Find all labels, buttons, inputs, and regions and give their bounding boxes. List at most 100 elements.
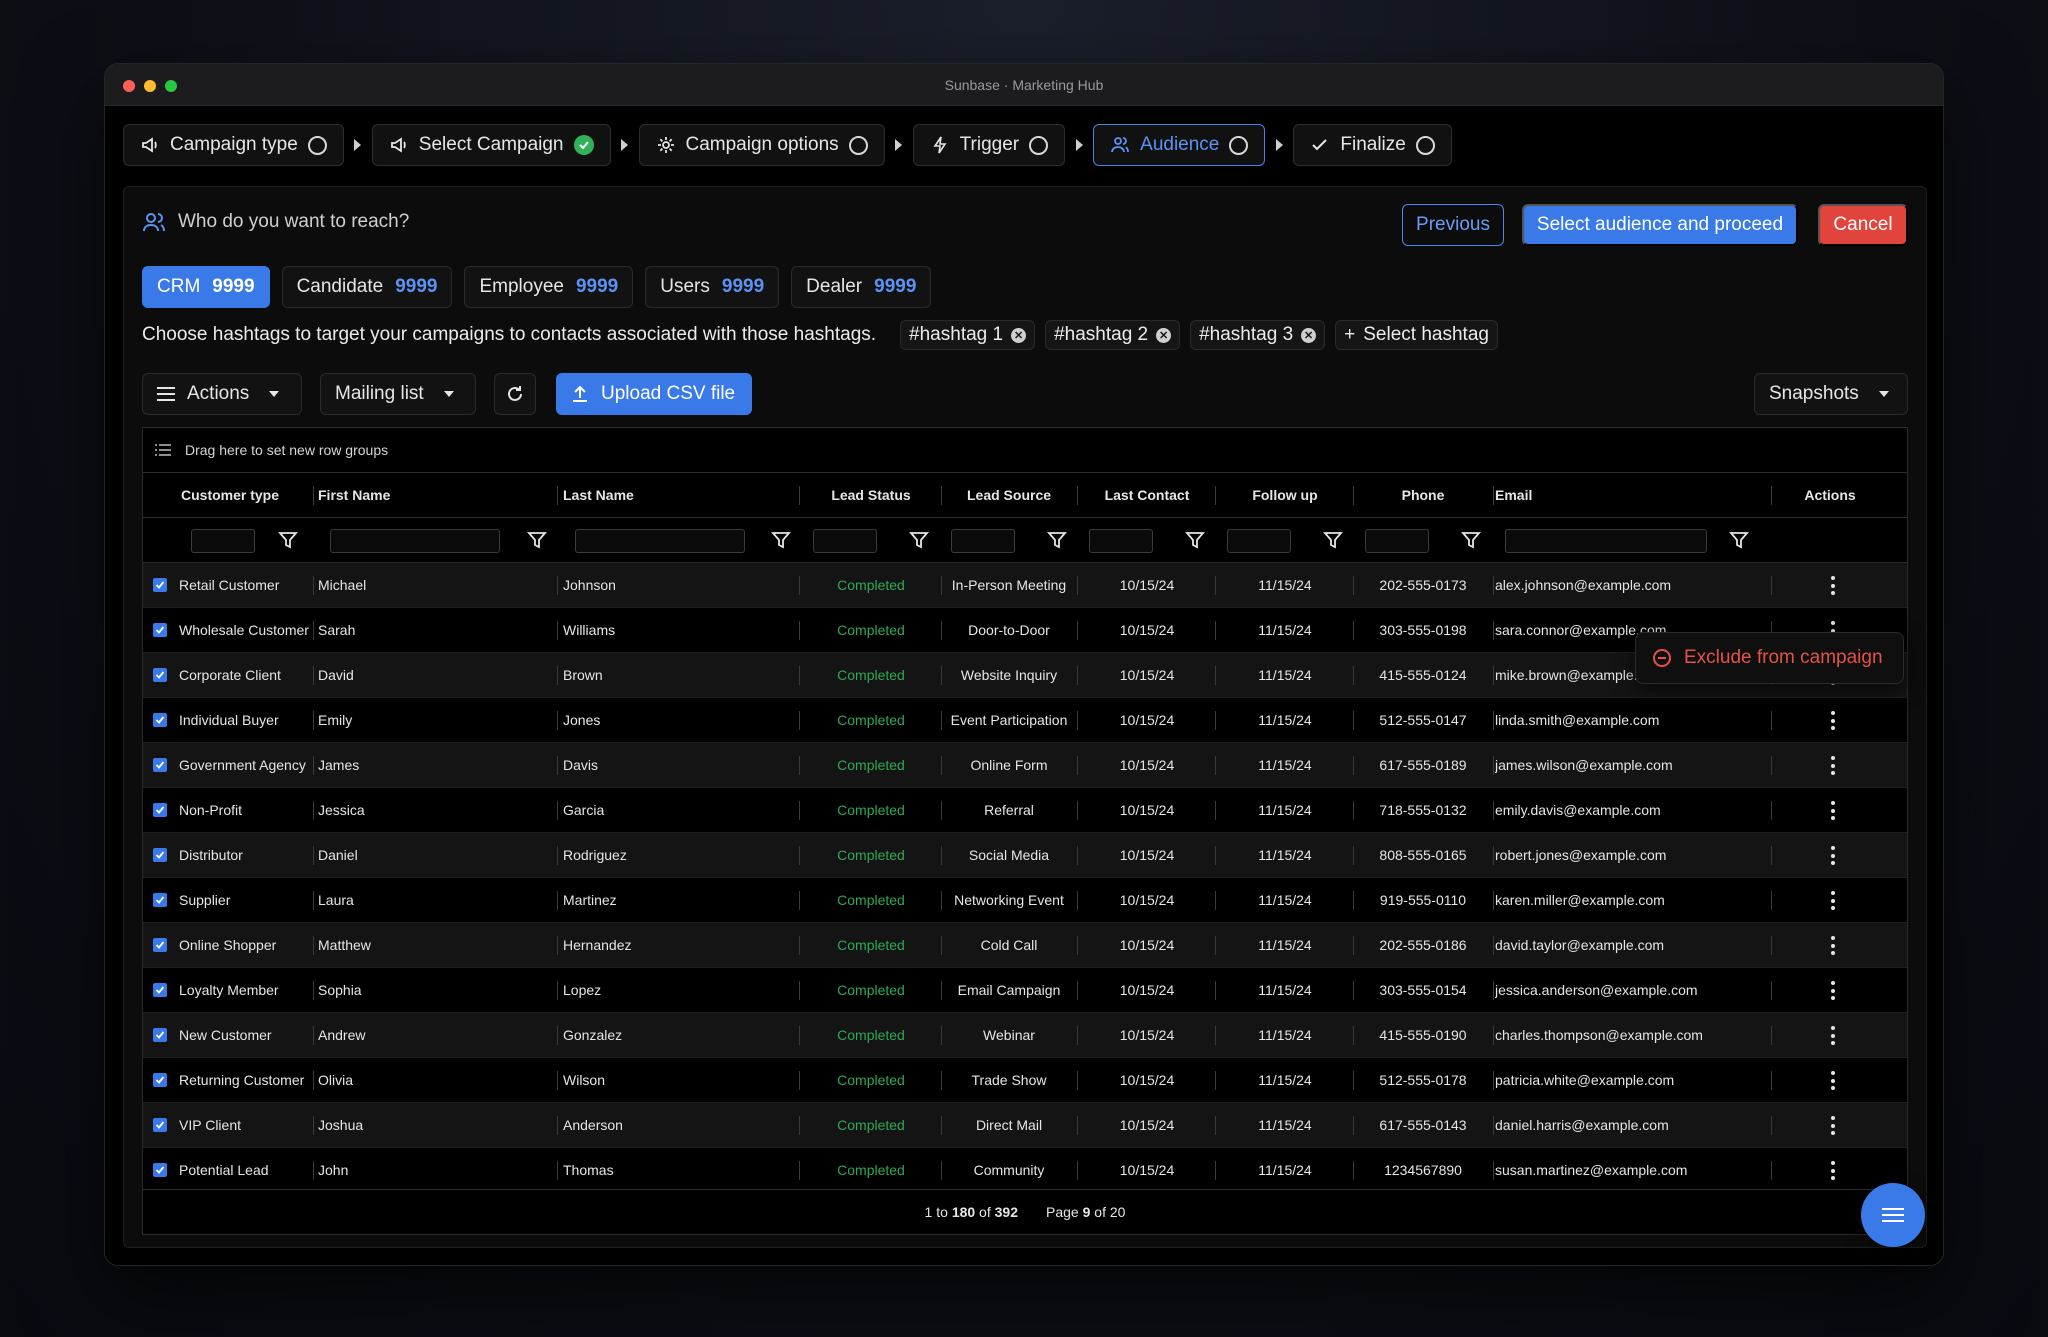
- table-row[interactable]: Non-Profit Jessica Garcia Completed Referral…: [143, 788, 1907, 833]
- column-divider: [799, 801, 800, 820]
- tab-candidate[interactable]: Candidate 9999: [281, 266, 453, 308]
- column-header-lead-status[interactable]: Lead Status: [803, 473, 939, 517]
- mailing-list-dropdown[interactable]: Mailing list: [320, 373, 476, 415]
- step-campaign-type[interactable]: Campaign type: [123, 124, 344, 166]
- table-row[interactable]: Retail Customer Michael Johnson Completed In…: [143, 563, 1907, 608]
- row-actions-kebab-icon[interactable]: [1831, 936, 1835, 955]
- column-header-lead-source[interactable]: Lead Source: [941, 473, 1077, 517]
- table-row[interactable]: VIP Client Joshua Anderson Completed Direct …: [143, 1103, 1907, 1148]
- row-actions-kebab-icon[interactable]: [1831, 891, 1835, 910]
- row-checkbox[interactable]: [153, 803, 167, 817]
- table-row[interactable]: Online Shopper Matthew Hernandez Completed C…: [143, 923, 1907, 968]
- remove-hashtag-icon[interactable]: ✕: [1011, 327, 1027, 343]
- row-checkbox[interactable]: [153, 1073, 167, 1087]
- filter-input-phone[interactable]: [1365, 529, 1429, 553]
- table-row[interactable]: Loyalty Member Sophia Lopez Completed Email …: [143, 968, 1907, 1013]
- filter-icon[interactable]: [1461, 530, 1481, 550]
- row-actions-kebab-icon[interactable]: [1831, 801, 1835, 820]
- refresh-button[interactable]: [494, 373, 536, 415]
- select-hashtag-button[interactable]: + Select hashtag: [1335, 320, 1498, 350]
- filter-input-first-name[interactable]: [330, 529, 500, 553]
- row-checkbox[interactable]: [153, 578, 167, 592]
- filter-icon[interactable]: [1729, 530, 1749, 550]
- filter-input-customer-type[interactable]: [191, 529, 255, 553]
- column-header-first-name[interactable]: First Name: [318, 473, 554, 517]
- table-row[interactable]: Supplier Laura Martinez Completed Networking…: [143, 878, 1907, 923]
- row-actions-kebab-icon[interactable]: [1831, 756, 1835, 775]
- filter-input-lead-source[interactable]: [951, 529, 1015, 553]
- remove-hashtag-icon[interactable]: ✕: [1156, 327, 1172, 343]
- column-header-last-name[interactable]: Last Name: [563, 473, 799, 517]
- step-select-campaign[interactable]: Select Campaign: [371, 124, 611, 166]
- row-actions-kebab-icon[interactable]: [1831, 846, 1835, 865]
- filter-icon[interactable]: [1185, 530, 1205, 550]
- column-divider: [941, 666, 942, 685]
- cell-phone: 303-555-0198: [1379, 622, 1467, 638]
- step-campaign-options[interactable]: Campaign options: [638, 124, 885, 166]
- filter-icon[interactable]: [1047, 530, 1067, 550]
- row-checkbox[interactable]: [153, 1118, 167, 1132]
- column-header-row: Customer type First Name Last Name Lead Sta…: [143, 473, 1907, 518]
- table-row[interactable]: Government Agency James Davis Completed Onli…: [143, 743, 1907, 788]
- column-header-last-contact[interactable]: Last Contact: [1079, 473, 1215, 517]
- table-row[interactable]: Individual Buyer Emily Jones Completed Event…: [143, 698, 1907, 743]
- snapshots-dropdown[interactable]: Snapshots: [1754, 373, 1908, 415]
- actions-dropdown[interactable]: Actions: [142, 373, 302, 415]
- row-checkbox[interactable]: [153, 713, 167, 727]
- row-checkbox[interactable]: [153, 938, 167, 952]
- row-actions-kebab-icon[interactable]: [1831, 1161, 1835, 1180]
- filter-input-last-name[interactable]: [575, 529, 745, 553]
- table-row[interactable]: Returning Customer Olivia Wilson Completed T…: [143, 1058, 1907, 1103]
- row-checkbox[interactable]: [153, 668, 167, 682]
- column-header-phone[interactable]: Phone: [1355, 473, 1491, 517]
- refresh-icon: [508, 386, 522, 401]
- tab-crm[interactable]: CRM 9999: [142, 266, 270, 308]
- filter-input-email[interactable]: [1505, 529, 1707, 553]
- table-row[interactable]: Distributor Daniel Rodriguez Completed Socia…: [143, 833, 1907, 878]
- filter-icon[interactable]: [771, 530, 791, 550]
- row-checkbox[interactable]: [153, 848, 167, 862]
- tab-employee[interactable]: Employee 9999: [464, 266, 634, 308]
- column-divider: [1493, 1116, 1494, 1135]
- previous-button[interactable]: Previous: [1402, 204, 1504, 246]
- step-audience[interactable]: Audience: [1093, 124, 1266, 166]
- step-trigger[interactable]: Trigger: [912, 124, 1066, 166]
- select-audience-proceed-button[interactable]: Select audience and proceed: [1522, 204, 1798, 246]
- cancel-button[interactable]: Cancel: [1818, 204, 1908, 246]
- filter-input-last-contact[interactable]: [1089, 529, 1153, 553]
- remove-hashtag-icon[interactable]: ✕: [1301, 327, 1317, 343]
- step-finalize[interactable]: Finalize: [1293, 124, 1452, 166]
- row-actions-kebab-icon[interactable]: [1831, 1071, 1835, 1090]
- filter-icon[interactable]: [527, 530, 547, 550]
- filter-input-follow-up[interactable]: [1227, 529, 1291, 553]
- row-actions-kebab-icon[interactable]: [1831, 711, 1835, 730]
- filter-icon[interactable]: [909, 530, 929, 550]
- exclude-from-campaign-menu-item[interactable]: Exclude from campaign: [1635, 632, 1904, 684]
- row-checkbox[interactable]: [153, 983, 167, 997]
- row-checkbox[interactable]: [153, 758, 167, 772]
- column-header-email[interactable]: Email: [1495, 473, 1755, 517]
- table-row[interactable]: New Customer Andrew Gonzalez Completed Webin…: [143, 1013, 1907, 1058]
- tab-users[interactable]: Users 9999: [645, 266, 780, 308]
- column-header-actions[interactable]: Actions: [1759, 473, 1901, 517]
- row-actions-kebab-icon[interactable]: [1831, 981, 1835, 1000]
- table-row[interactable]: Potential Lead John Thomas Completed Communi…: [143, 1148, 1907, 1193]
- filter-input-lead-status[interactable]: [813, 529, 877, 553]
- row-checkbox[interactable]: [153, 893, 167, 907]
- floating-menu-button[interactable]: [1861, 1183, 1925, 1247]
- column-divider: [1353, 576, 1354, 595]
- row-checkbox[interactable]: [153, 623, 167, 637]
- row-checkbox[interactable]: [153, 1028, 167, 1042]
- column-divider: [1353, 756, 1354, 775]
- row-actions-kebab-icon[interactable]: [1831, 1026, 1835, 1045]
- filter-icon[interactable]: [278, 530, 298, 550]
- row-actions-kebab-icon[interactable]: [1831, 1116, 1835, 1135]
- row-actions-kebab-icon[interactable]: [1831, 576, 1835, 595]
- row-checkbox[interactable]: [153, 1163, 167, 1177]
- row-group-dropzone[interactable]: Drag here to set new row groups: [143, 428, 1907, 473]
- filter-icon[interactable]: [1323, 530, 1343, 550]
- column-header-follow-up[interactable]: Follow up: [1217, 473, 1353, 517]
- column-header-customer-type[interactable]: Customer type: [181, 473, 307, 517]
- tab-dealer[interactable]: Dealer 9999: [791, 266, 932, 308]
- upload-csv-button[interactable]: Upload CSV file: [556, 373, 752, 415]
